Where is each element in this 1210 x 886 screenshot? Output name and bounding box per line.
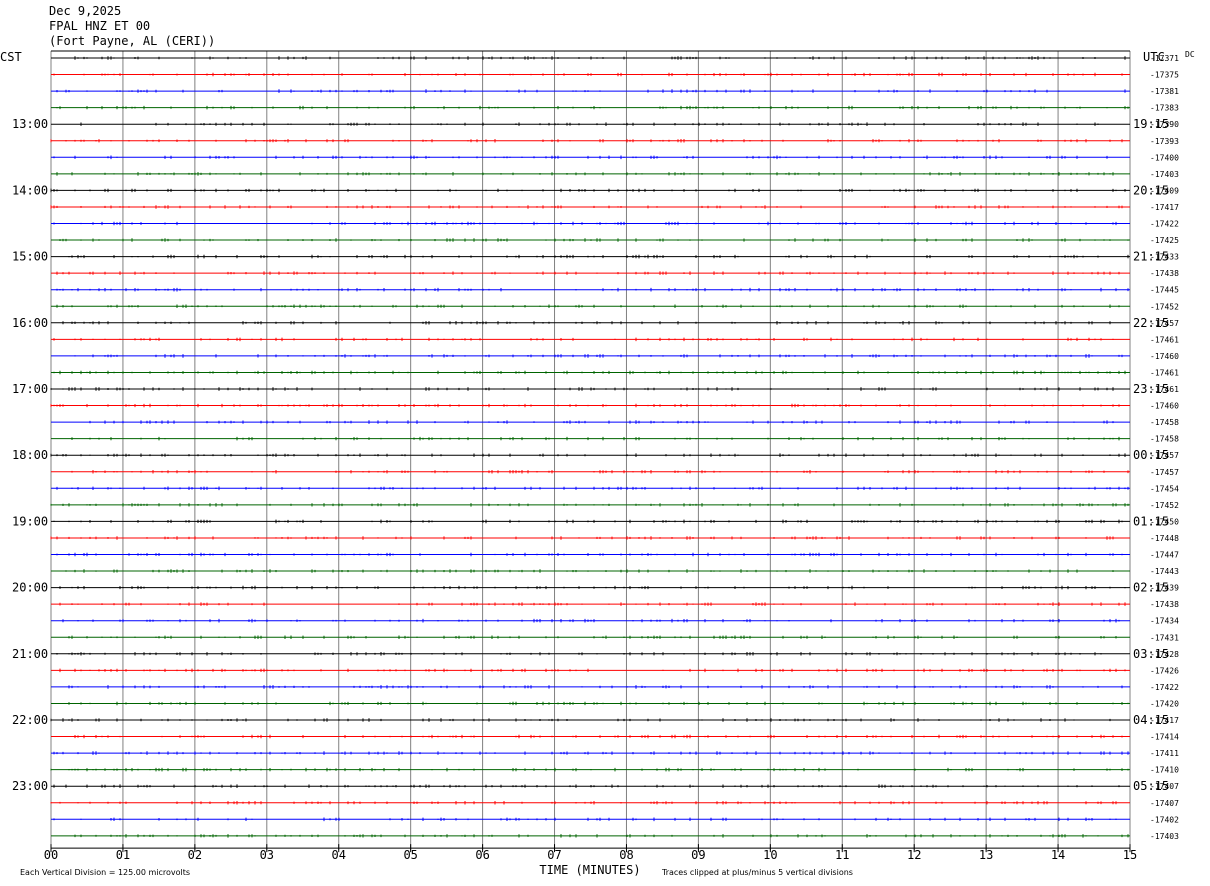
cst-hour-label: 20:00 (12, 581, 48, 595)
grid (50, 50, 1131, 853)
x-tick-label: 10 (763, 848, 777, 862)
dc-offset-label: -17402 (1150, 815, 1179, 824)
x-tick-label: 01 (116, 848, 130, 862)
x-tick-label: 05 (403, 848, 417, 862)
dc-offset-label: -17422 (1150, 683, 1179, 692)
utc-hour-label: 21:15 (1133, 250, 1169, 264)
utc-hour-label: 03:15 (1133, 647, 1169, 661)
cst-hour-label: 15:00 (12, 250, 48, 264)
cst-hour-label: 19:00 (12, 514, 48, 528)
dc-offset-label: -17393 (1150, 137, 1179, 146)
dc-offset-label: -17400 (1150, 153, 1179, 162)
dc-offset-label: -17414 (1150, 733, 1179, 742)
dc-offset-label: -17425 (1150, 236, 1179, 245)
cst-hour-label: 23:00 (12, 779, 48, 793)
cst-hour-label: 17:00 (12, 382, 48, 396)
utc-hour-label: 23:15 (1133, 382, 1169, 396)
dc-offset-label: -17434 (1150, 617, 1179, 626)
dc-offset-label: -17426 (1150, 666, 1179, 675)
dc-offset-label: -17447 (1150, 551, 1179, 560)
cst-hour-label: 14:00 (12, 183, 48, 197)
dc-offset-label: -17454 (1150, 484, 1179, 493)
dc-offset-label: -17431 (1150, 633, 1179, 642)
dc-offset-label: -17461 (1150, 335, 1179, 344)
x-tick-label: 14 (1051, 848, 1065, 862)
x-tick-label: 02 (188, 848, 202, 862)
cst-hour-label: 21:00 (12, 647, 48, 661)
cst-hour-label: 16:00 (12, 316, 48, 330)
utc-hour-label: 19:15 (1133, 117, 1169, 131)
cst-hour-label: 18:00 (12, 448, 48, 462)
dc-offset-label: -17445 (1150, 286, 1179, 295)
utc-hour-label: 22:15 (1133, 316, 1169, 330)
x-tick-label: 04 (332, 848, 346, 862)
cst-hour-label: 22:00 (12, 713, 48, 727)
x-tick-label: 03 (260, 848, 274, 862)
traces (50, 56, 1130, 838)
axis-labels: 00 01 02 03 04 05 06 07 08 09 10 11 12 13 14 15 -17371 -1… (12, 54, 1179, 862)
dc-offset-label: -17438 (1150, 600, 1179, 609)
dc-offset-label: -17460 (1150, 402, 1179, 411)
footer-scale-note: Each Vertical Division = 125.00 microvol… (20, 868, 190, 877)
x-tick-label: 08 (619, 848, 633, 862)
cst-hour-label: 13:00 (12, 117, 48, 131)
dc-offset-label: -17381 (1150, 87, 1179, 96)
dc-offset-label: -17417 (1150, 203, 1179, 212)
dc-offset-label: -17407 (1150, 799, 1179, 808)
dc-offset-label: -17403 (1150, 170, 1179, 179)
utc-hour-label: 01:15 (1133, 514, 1169, 528)
x-tick-label: 06 (475, 848, 489, 862)
dc-offset-label: -17375 (1150, 71, 1179, 80)
x-tick-label: 13 (979, 848, 993, 862)
seismogram-chart: CST UTC DC 00 01 02 03 04 05 06 07 08 09 10 11 12 13 1… (0, 50, 1195, 877)
dc-offset-label: -17411 (1150, 749, 1179, 758)
x-axis-title: TIME (MINUTES) (539, 863, 640, 877)
footer-clip-note: Traces clipped at plus/minus 5 vertical … (661, 868, 853, 877)
utc-hour-label: 04:15 (1133, 713, 1169, 727)
dc-offset-label: -17410 (1150, 766, 1179, 775)
x-tick-label: 12 (907, 848, 921, 862)
cst-axis-label: CST (0, 50, 22, 64)
dc-offset-label: -17448 (1150, 534, 1179, 543)
dc-offset-label: -17383 (1150, 104, 1179, 113)
dc-offset-label: -17452 (1150, 302, 1179, 311)
x-tick-label: 11 (835, 848, 849, 862)
utc-hour-label: 02:15 (1133, 581, 1169, 595)
dc-offset-label: -17458 (1150, 418, 1179, 427)
utc-hour-label: 00:15 (1133, 448, 1169, 462)
x-tick-label: 07 (547, 848, 561, 862)
dc-offset-label: -17371 (1150, 54, 1179, 63)
dc-offset-label: -17422 (1150, 220, 1179, 229)
dc-offset-label: -17403 (1150, 832, 1179, 841)
dc-offset-label: -17420 (1150, 699, 1179, 708)
x-tick-label: 09 (691, 848, 705, 862)
utc-hour-label: 05:15 (1133, 779, 1169, 793)
x-tick-label: 15 (1123, 848, 1137, 862)
dc-offset-label: -17438 (1150, 269, 1179, 278)
dc-offset-label: -17460 (1150, 352, 1179, 361)
dc-offset-label: -17461 (1150, 368, 1179, 377)
dc-offset-label: -17443 (1150, 567, 1179, 576)
dc-offset-label: -17457 (1150, 468, 1179, 477)
utc-hour-label: 20:15 (1133, 183, 1169, 197)
dc-label: DC (1185, 50, 1195, 59)
dc-offset-label: -17458 (1150, 435, 1179, 444)
x-tick-label: 00 (44, 848, 58, 862)
dc-offset-label: -17452 (1150, 501, 1179, 510)
